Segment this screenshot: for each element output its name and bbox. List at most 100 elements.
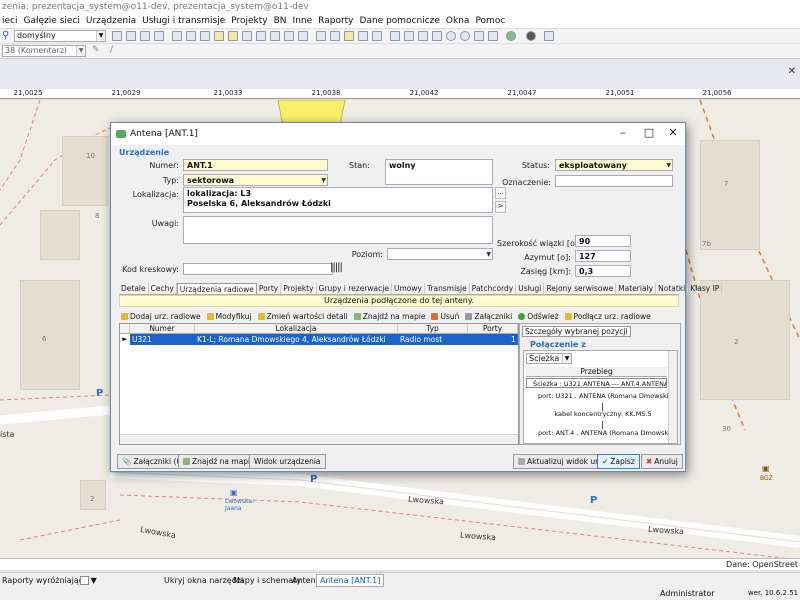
tab-porty[interactable]: Porty — [257, 283, 282, 294]
tool-icon[interactable] — [488, 31, 498, 41]
line-icon[interactable]: ∕ — [110, 45, 113, 55]
tool-icon[interactable] — [270, 31, 280, 41]
menu-item[interactable]: Usługi i transmisje — [142, 16, 225, 26]
path-select[interactable]: Ścieżka ▼ — [526, 353, 572, 364]
column-header[interactable]: Porty — [468, 324, 518, 334]
chevron-down-icon[interactable]: ▼ — [96, 31, 105, 41]
chevron-down-icon[interactable]: ▼ — [486, 250, 491, 259]
refresh-button[interactable]: Odśwież — [518, 312, 559, 321]
oznaczenie-field[interactable] — [555, 175, 673, 187]
refresh-device-view-button[interactable]: Aktualizuj widok urz. — [513, 454, 610, 469]
checkbox[interactable] — [80, 576, 89, 585]
menu-item[interactable]: Pomoc — [475, 16, 505, 26]
close-icon[interactable]: ✕ — [661, 126, 685, 140]
find-on-map-button[interactable]: Znajdź na mapie — [353, 312, 425, 321]
tab-notatki[interactable]: Notatki — [656, 283, 689, 294]
globe-icon[interactable] — [506, 31, 516, 41]
save-button[interactable]: ✔ Zapisz — [597, 454, 640, 469]
tool-icon[interactable] — [330, 31, 340, 41]
tab-umowy[interactable]: Umowy — [392, 283, 425, 294]
device-view-button[interactable]: Widok urządzenia — [249, 454, 326, 469]
chevron-down-icon[interactable]: ▼ — [76, 46, 85, 56]
tool-icon[interactable] — [474, 31, 484, 41]
tool-icon[interactable] — [298, 31, 308, 41]
tool-icon[interactable] — [526, 31, 536, 41]
tab-details[interactable]: Szczegóły wybranej pozycji — [522, 326, 631, 337]
chevron-down-icon[interactable]: ▼ — [321, 176, 326, 185]
vertical-scrollbar[interactable] — [668, 351, 677, 443]
minimize-icon[interactable]: – — [611, 126, 635, 140]
tool-icon[interactable] — [112, 31, 122, 41]
menu-item[interactable]: ieci — [2, 16, 18, 26]
column-header[interactable]: Numer — [130, 324, 195, 334]
hide-tools-button[interactable]: Ukryj okna narzędzi — [164, 576, 243, 585]
tree-item[interactable]: port: U321 . ANTENA (Romana Dmowskiego 4… — [538, 391, 668, 401]
zasieg-field[interactable]: 0,3 — [575, 265, 631, 277]
menu-item[interactable]: Raporty — [318, 16, 353, 26]
task-antenna-active[interactable]: Antena [ANT.1] — [316, 574, 385, 587]
szerokosc-field[interactable]: 90 — [575, 235, 631, 247]
stan-field[interactable]: wolny — [385, 159, 493, 185]
ellipsis-button[interactable]: ... — [495, 187, 506, 199]
connect-radio-button[interactable]: Podłącz urz. radiowe — [564, 312, 651, 321]
tool-icon[interactable] — [372, 31, 382, 41]
tool-icon[interactable] — [214, 31, 224, 41]
task-maps[interactable]: Mapy i schematy — [233, 576, 301, 585]
tool-icon[interactable] — [256, 31, 266, 41]
menu-item[interactable]: BN — [274, 16, 287, 26]
maximize-icon[interactable]: □ — [637, 126, 661, 140]
tool-icon[interactable] — [228, 31, 238, 41]
tree-item[interactable]: kabel koncentryczny: KK.MS.5 — [538, 409, 668, 419]
status-select[interactable]: eksploatowany ▼ — [555, 159, 673, 171]
layer-select[interactable]: 38 (Komentarz) ▼ — [2, 45, 86, 57]
poziom-select[interactable]: ▼ — [387, 248, 493, 260]
barcode-field[interactable] — [183, 263, 333, 275]
tab-patchcordy[interactable]: Patchcordy — [470, 283, 517, 294]
find-on-map-bottom-button[interactable]: Znajdź na mapie — [178, 454, 260, 469]
tool-icon[interactable] — [140, 31, 150, 41]
menu-item[interactable]: Projekty — [231, 16, 267, 26]
tab-materialy[interactable]: Materiały — [616, 283, 657, 294]
tree-item[interactable]: Ścieżka : U321.ANTENA --- ANT.4.ANTENA — [526, 378, 667, 388]
tool-icon[interactable] — [242, 31, 252, 41]
menu-item[interactable]: Gałęzie sieci — [24, 16, 80, 26]
attachments-button[interactable]: Załączniki — [465, 312, 512, 321]
profile-select[interactable]: domyślny ▼ — [14, 30, 106, 42]
tool-icon[interactable] — [200, 31, 210, 41]
tab-klasy-ip[interactable]: Klasy IP — [688, 283, 723, 294]
table-row[interactable]: U321 K1-L; Romana Dmowskiego 4, Aleksand… — [130, 334, 518, 345]
column-header[interactable]: Typ — [398, 324, 468, 334]
tab-urzadzenia-radiowe[interactable]: Urządzenia radiowe — [176, 283, 257, 294]
tool-icon[interactable] — [460, 31, 470, 41]
chevron-down-icon[interactable]: ▼ — [562, 354, 571, 363]
tool-icon[interactable] — [186, 31, 196, 41]
tab-transmisje[interactable]: Transmisje — [425, 283, 470, 294]
tool-icon[interactable] — [544, 31, 554, 41]
tab-uslugi[interactable]: Usługi — [516, 283, 545, 294]
menu-item[interactable]: Okna — [446, 16, 470, 26]
uwagi-field[interactable] — [183, 216, 493, 244]
tool-icon[interactable] — [404, 31, 414, 41]
tab-cechy[interactable]: Cechy — [149, 283, 177, 294]
chevron-down-icon[interactable]: ▼ — [666, 161, 671, 170]
modify-button[interactable]: Modyfikuj — [206, 312, 252, 321]
tool-icon[interactable] — [418, 31, 428, 41]
menu-item[interactable]: Urządzenia — [86, 16, 136, 26]
tab-detale[interactable]: Detale — [119, 283, 149, 294]
tool-icon[interactable] — [344, 31, 354, 41]
cancel-button[interactable]: ✖ Anuluj — [641, 454, 683, 469]
typ-select[interactable]: sektorowa ▼ — [183, 174, 328, 186]
tool-icon[interactable] — [432, 31, 442, 41]
horizontal-scrollbar[interactable] — [120, 434, 518, 444]
delete-button[interactable]: Usuń — [431, 312, 459, 321]
column-header[interactable]: Lokalizacja — [195, 324, 398, 334]
tool-icon[interactable] — [358, 31, 368, 41]
numer-field[interactable]: ANT.1 — [183, 159, 328, 171]
azymut-field[interactable]: 127 — [575, 250, 631, 262]
menu-item[interactable]: Inne — [293, 16, 313, 26]
tool-icon[interactable] — [284, 31, 294, 41]
tab-rejony[interactable]: Rejony serwisowe — [544, 283, 617, 294]
close-icon[interactable]: ✕ — [788, 66, 796, 77]
tree-item[interactable]: port: ANT.4 . ANTENA (Romana Dmowskiego — [538, 428, 668, 438]
pen-icon[interactable]: ✎ — [92, 45, 100, 55]
